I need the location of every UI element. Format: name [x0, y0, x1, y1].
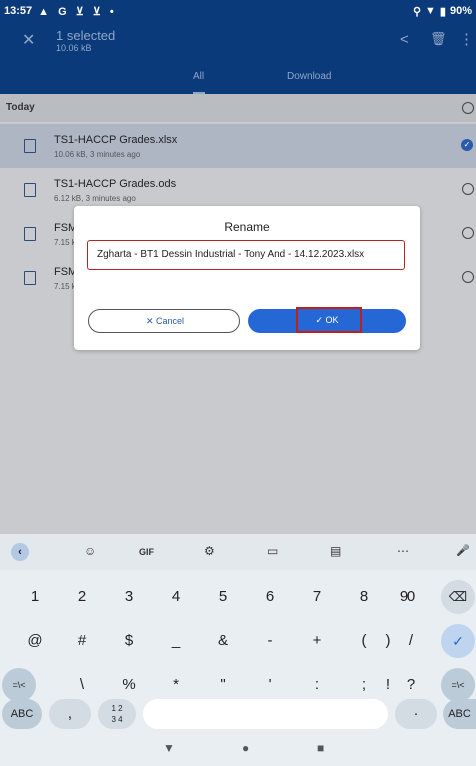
more-icon[interactable]: ⋯ [397, 544, 409, 558]
abc-key-right[interactable]: ABC [443, 699, 476, 729]
key[interactable]: @ [18, 624, 52, 658]
selection-app-bar: ✕ 1 selected 10.06 kB < 🗑 ⋮ [0, 22, 476, 62]
space-key[interactable] [143, 699, 388, 729]
status-time: 13:57 [4, 5, 33, 17]
file-name: TS1-HACCP Grades.xlsx [54, 134, 178, 146]
key[interactable]: / [394, 624, 428, 658]
file-meta: 10.06 kB, 3 minutes ago [54, 150, 141, 159]
key[interactable]: 5 [206, 580, 240, 614]
rename-dialog: Rename Zgharta - BT1 Dessin Industrial -… [74, 206, 420, 350]
selection-size: 10.06 kB [56, 43, 92, 53]
share-icon[interactable]: < [400, 31, 409, 48]
section-label: Today [6, 102, 35, 113]
cancel-button[interactable]: ✕ Cancel [88, 309, 240, 333]
file-icon [24, 271, 36, 285]
key[interactable]: _ [159, 624, 193, 658]
cancel-label: ✕ Cancel [145, 316, 185, 326]
clipboard-icon[interactable]: ▤ [330, 544, 341, 558]
battery-level: 90% [449, 5, 472, 17]
backspace-key[interactable]: ⌫ [441, 580, 475, 614]
tab-all[interactable]: All [193, 71, 204, 82]
enter-key[interactable]: ✓ [441, 624, 475, 658]
file-icon [24, 183, 36, 197]
key[interactable]: % [112, 668, 146, 702]
emoji-icon[interactable]: ☺ [84, 544, 96, 558]
abc-key[interactable]: ABC [2, 699, 42, 729]
fraction-key[interactable]: 1 2 3 4 [98, 699, 136, 729]
period-key[interactable]: · [395, 699, 437, 729]
file-meta: 6.12 kB, 3 minutes ago [54, 194, 136, 203]
home-icon[interactable]: ● [242, 741, 249, 755]
section-header: Today [0, 94, 476, 122]
key[interactable]: 1 [18, 580, 52, 614]
filename-value: Zgharta - BT1 Dessin Industrial - Tony A… [97, 249, 365, 260]
tab-download[interactable]: Download [287, 71, 331, 82]
battery-icon: ▮ [439, 5, 446, 18]
close-icon[interactable]: ✕ [22, 30, 35, 50]
key[interactable]: 0 [394, 580, 428, 614]
key[interactable]: 6 [253, 580, 287, 614]
ok-highlight-box [296, 307, 362, 333]
tab-bar: All Download [0, 62, 476, 94]
key[interactable]: ? [394, 668, 428, 702]
key[interactable]: 2 [65, 580, 99, 614]
delete-icon[interactable]: 🗑 [430, 31, 447, 47]
gif-button[interactable]: GIF [139, 547, 154, 557]
key[interactable]: ' [253, 668, 287, 702]
notification-icons: ▲ G ⊻ ⊻ • [38, 5, 117, 18]
key[interactable]: $ [112, 624, 146, 658]
key[interactable]: 3 [112, 580, 146, 614]
key[interactable]: + [300, 624, 334, 658]
key[interactable]: : [300, 668, 334, 702]
file-meta: 7.15 k [54, 238, 76, 247]
selection-title: 1 selected [56, 28, 116, 43]
dialog-title: Rename [224, 220, 270, 234]
key[interactable]: & [206, 624, 240, 658]
key[interactable]: - [253, 624, 287, 658]
key[interactable]: # [65, 624, 99, 658]
select-radio[interactable] [462, 227, 474, 239]
comma-key[interactable]: , [49, 699, 91, 729]
microphone-icon[interactable]: 🎤 [456, 544, 470, 557]
keyboard-back-icon[interactable]: ‹ [11, 543, 29, 561]
symbols-shift-key-right[interactable]: =\< [441, 668, 475, 702]
recents-icon[interactable]: ■ [317, 741, 324, 755]
key[interactable]: 8 [347, 580, 381, 614]
file-name: TS1-HACCP Grades.ods [54, 178, 177, 190]
key[interactable]: 7 [300, 580, 334, 614]
settings-icon[interactable]: ⚙ [204, 544, 215, 558]
select-radio[interactable] [462, 183, 474, 195]
key[interactable]: 4 [159, 580, 193, 614]
file-icon [24, 227, 36, 241]
key[interactable]: \ [65, 668, 99, 702]
key[interactable]: * [159, 668, 193, 702]
file-meta: 7.15 k [54, 282, 76, 291]
keyboard-mode-icon[interactable]: ▭ [267, 544, 278, 558]
navigation-bar [0, 734, 476, 766]
location-icon: ⚲ [412, 5, 422, 18]
select-radio[interactable] [462, 271, 474, 283]
key[interactable]: " [206, 668, 240, 702]
symbols-shift-key[interactable]: =\< [2, 668, 36, 702]
file-icon [24, 139, 36, 153]
wifi-icon: ▼ [425, 5, 436, 17]
filename-input[interactable]: Zgharta - BT1 Dessin Industrial - Tony A… [87, 240, 405, 270]
file-row[interactable]: TS1-HACCP Grades.xlsx 10.06 kB, 3 minute… [0, 124, 476, 168]
select-all-radio[interactable] [462, 102, 474, 114]
status-bar: 13:57 ▲ G ⊻ ⊻ • ⚲ ▼ ▮ 90% [0, 0, 476, 22]
more-options-icon[interactable]: ⋮ [459, 30, 474, 48]
checked-icon[interactable]: ✓ [461, 139, 473, 151]
back-icon[interactable]: ▼ [163, 741, 175, 755]
